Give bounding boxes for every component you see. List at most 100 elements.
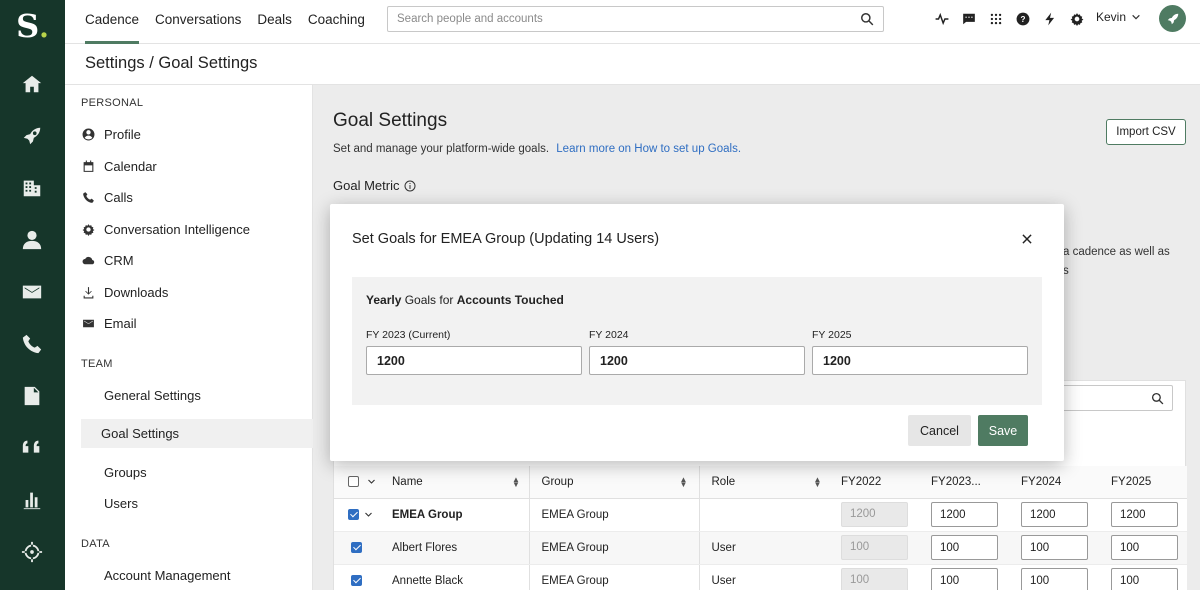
section-label-team: TEAM [81, 358, 113, 370]
sidebar-item-downloads[interactable]: Downloads [81, 280, 311, 304]
fy2022-value: 1200 [841, 502, 908, 527]
settings-sidebar: PERSONAL Profile Calendar Calls Conversa… [65, 85, 313, 590]
fy2025-input[interactable] [1111, 535, 1178, 560]
chevron-down-icon[interactable] [364, 510, 373, 519]
column-header-name[interactable]: Name ▲ ▼ [392, 466, 529, 499]
row-role [698, 498, 831, 532]
rocket-icon [1167, 13, 1178, 24]
fy2023-input[interactable] [931, 502, 998, 527]
table-header-row: Name ▲ ▼ Group ▲ ▼ Role ▲ ▼ FY2022 FY2023... F… [334, 466, 1187, 499]
sort-icon[interactable]: ▲ ▼ [814, 476, 822, 489]
home-icon[interactable] [20, 72, 44, 96]
lightning-icon[interactable] [1041, 10, 1059, 28]
row-role: User [698, 531, 831, 565]
select-all-checkbox[interactable] [348, 476, 359, 488]
modal-title: Set Goals for EMEA Group (Updating 14 Us… [352, 231, 660, 247]
building-icon[interactable] [20, 176, 44, 200]
column-header-fy2023: FY2023... [921, 466, 1011, 499]
sidebar-item-account-management[interactable]: Account Management [104, 568, 230, 583]
mail-icon [81, 316, 95, 330]
fy2023-goal-input[interactable] [366, 346, 582, 375]
row-group: EMEA Group [528, 531, 699, 565]
sidebar-item-email[interactable]: Email [81, 311, 311, 335]
user-menu[interactable]: Kevin [1096, 10, 1141, 24]
table-search-input[interactable] [1048, 385, 1173, 411]
set-goals-modal: Set Goals for EMEA Group (Updating 14 Us… [330, 204, 1064, 461]
row-checkbox[interactable] [348, 508, 359, 520]
bar-chart-icon[interactable] [20, 488, 44, 512]
tab-coaching[interactable]: Coaching [308, 0, 373, 44]
section-label-personal: PERSONAL [81, 97, 144, 109]
page-header: Settings / Goal Settings [65, 45, 1200, 85]
help-icon[interactable]: ? [1014, 10, 1032, 28]
calendar-icon [81, 159, 95, 173]
sidebar-item-conversation-intelligence[interactable]: Conversation Intelligence [81, 217, 311, 241]
chat-icon[interactable] [960, 10, 978, 28]
close-icon[interactable] [1020, 232, 1034, 246]
fy2025-goal-input[interactable] [812, 346, 1028, 375]
row-checkbox[interactable] [351, 541, 362, 553]
cloud-icon [81, 253, 95, 267]
row-name: Annette Black [392, 564, 529, 590]
launch-button[interactable] [1159, 5, 1186, 32]
column-header-group[interactable]: Group ▲ ▼ [528, 466, 699, 499]
fy2022-value: 100 [841, 568, 908, 590]
search-icon [1151, 392, 1164, 405]
app-logo[interactable]: S. [0, 6, 65, 46]
search-icon[interactable] [860, 12, 874, 26]
help-link[interactable]: Learn more on How to set up Goals. [556, 143, 741, 155]
search-input[interactable] [397, 7, 857, 31]
sidebar-item-users[interactable]: Users [104, 496, 138, 511]
page-description: Set and manage your platform-wide goals.… [333, 143, 742, 155]
sort-icon[interactable]: ▲ ▼ [512, 476, 520, 489]
quote-icon[interactable] [20, 436, 44, 460]
document-icon[interactable] [20, 384, 44, 408]
sidebar-item-calendar[interactable]: Calendar [81, 154, 311, 178]
sidebar-item-calls[interactable]: Calls [81, 185, 311, 209]
fy2023-input[interactable] [931, 535, 998, 560]
tab-conversations[interactable]: Conversations [155, 0, 249, 44]
sidebar-item-profile[interactable]: Profile [81, 122, 311, 146]
sidebar-item-general-settings[interactable]: General Settings [104, 388, 201, 403]
tab-deals[interactable]: Deals [257, 0, 300, 44]
row-checkbox[interactable] [351, 574, 362, 586]
row-name: Albert Flores [392, 531, 529, 565]
download-icon [81, 285, 95, 299]
fy2024-input[interactable] [1021, 535, 1088, 560]
chevron-down-icon[interactable] [367, 477, 376, 486]
fy2024-input[interactable] [1021, 502, 1088, 527]
sort-icon[interactable]: ▲ ▼ [680, 476, 688, 489]
goal-metric-label: Goal Metric [333, 178, 416, 193]
table-row: Albert Flores EMEA Group User 100 [334, 531, 1187, 565]
row-group: EMEA Group [528, 564, 699, 590]
sidebar-item-goal-settings[interactable]: Goal Settings [81, 419, 313, 448]
crosshair-icon[interactable] [20, 540, 44, 564]
settings-gear-icon[interactable] [1068, 10, 1086, 28]
row-role: User [698, 564, 831, 590]
sidebar-item-crm[interactable]: CRM [81, 248, 311, 272]
activity-icon[interactable] [933, 10, 951, 28]
phone-icon[interactable] [20, 332, 44, 356]
sidebar-item-groups[interactable]: Groups [104, 465, 147, 480]
column-header-role[interactable]: Role ▲ ▼ [698, 466, 831, 499]
rocket-icon[interactable] [20, 124, 44, 148]
apps-grid-icon[interactable] [987, 10, 1005, 28]
main-nav: Cadence Conversations Deals Coaching [85, 0, 381, 44]
fy2025-input[interactable] [1111, 568, 1178, 590]
page-title: Goal Settings [333, 110, 448, 131]
fy2024-goal-input[interactable] [589, 346, 805, 375]
svg-text:?: ? [1021, 15, 1026, 24]
fy2023-input[interactable] [931, 568, 998, 590]
fy2024-label: FY 2024 [589, 329, 629, 341]
tab-cadence[interactable]: Cadence [85, 0, 147, 44]
person-icon[interactable] [20, 228, 44, 252]
info-icon[interactable] [404, 180, 416, 192]
chevron-down-icon [1132, 14, 1140, 20]
fy2025-input[interactable] [1111, 502, 1178, 527]
import-csv-button[interactable]: Import CSV [1106, 119, 1186, 145]
mail-icon[interactable] [20, 280, 44, 304]
save-button[interactable]: Save [978, 415, 1028, 446]
cancel-button[interactable]: Cancel [908, 415, 971, 446]
fy2024-input[interactable] [1021, 568, 1088, 590]
fy2025-label: FY 2025 [812, 329, 852, 341]
